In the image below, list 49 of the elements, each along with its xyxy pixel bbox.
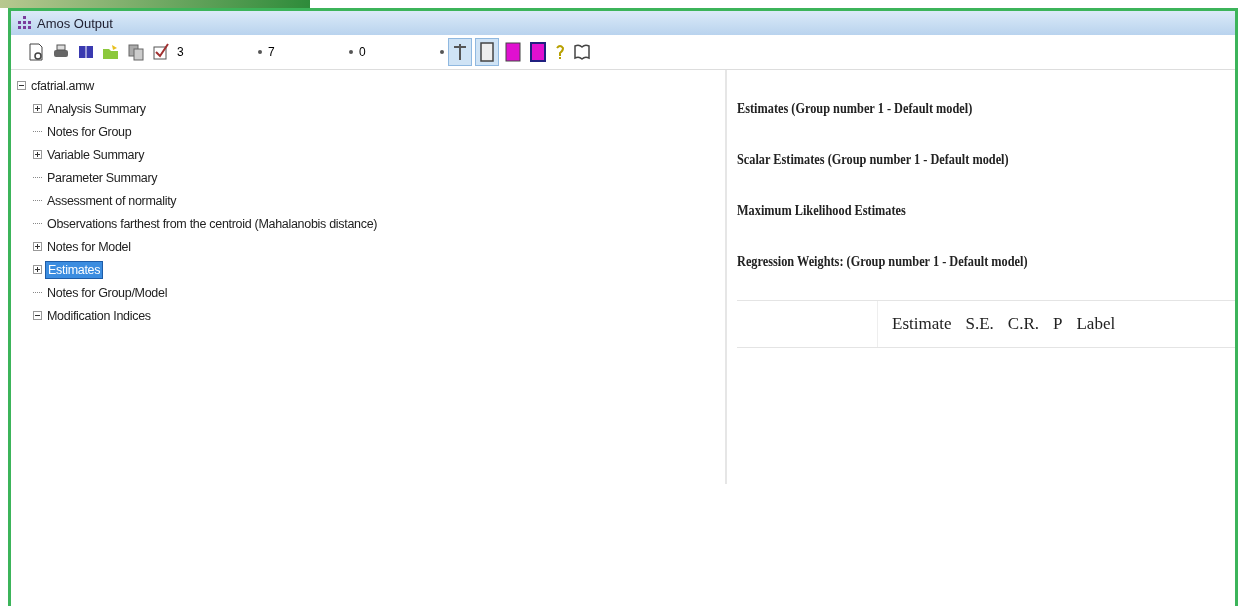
question-mark-icon [554, 43, 566, 61]
section-heading: Estimates (Group number 1 - Default model) [737, 100, 974, 117]
minus-icon [18, 82, 25, 89]
toggle-button[interactable] [475, 38, 499, 66]
checkbox-icon [152, 43, 170, 61]
book-icon [77, 43, 95, 61]
number-dropdown[interactable]: 0 [357, 45, 445, 59]
folder-icon [102, 43, 120, 61]
tree-item[interactable]: Notes for Model [45, 238, 133, 255]
tree-item[interactable]: cfatrial.amw [29, 77, 97, 94]
number-dropdown[interactable]: 3 [175, 45, 263, 59]
column-header: S.E. [964, 314, 994, 334]
toggle-button[interactable] [448, 38, 472, 66]
frame-icon [478, 41, 496, 63]
collapse-toggle[interactable] [17, 81, 26, 90]
plus-icon [34, 151, 41, 158]
expand-toggle[interactable] [33, 265, 42, 274]
number-dropdown[interactable]: 7 [266, 45, 354, 59]
section-heading: Regression Weights: (Group number 1 - Default model) [737, 253, 1029, 270]
tree-item[interactable]: Notes for Group/Model [45, 284, 170, 301]
tree-item[interactable]: Notes for Group [45, 123, 134, 140]
tree-item[interactable]: Assessment of normality [45, 192, 179, 209]
filled-square-icon [504, 41, 522, 63]
column-header: Label [1075, 314, 1116, 334]
expand-toggle[interactable] [33, 104, 42, 113]
section-heading: Scalar Estimates (Group number 1 - Default model) [737, 151, 1010, 168]
tree-item[interactable]: Variable Summary [45, 146, 147, 163]
tree-item[interactable]: Parameter Summary [45, 169, 160, 186]
page-magnifier-icon [27, 42, 45, 62]
plus-icon [34, 105, 41, 112]
expand-toggle[interactable] [33, 242, 42, 251]
column-header: P [1052, 314, 1063, 334]
window-title: Amos Output [37, 15, 113, 31]
expand-toggle[interactable] [33, 150, 42, 159]
section-heading: Maximum Likelihood Estimates [737, 202, 907, 219]
minus-icon [34, 312, 41, 319]
plus-icon [34, 266, 41, 273]
column-header: Estimate [891, 314, 952, 334]
filled-square-icon [529, 41, 547, 63]
column-header: C.R. [1006, 314, 1039, 334]
tree-item[interactable]: Modification Indices [45, 307, 153, 324]
open-book-icon [573, 43, 591, 61]
copy-icon [127, 43, 145, 61]
collapse-toggle[interactable] [33, 311, 42, 320]
app-icon [17, 15, 33, 31]
tree-item[interactable]: Analysis Summary [45, 100, 148, 117]
line-tool-icon [451, 41, 469, 63]
tree-item[interactable]: Observations farthest from the centroid (Mahalanobis distance) [45, 215, 380, 232]
plus-icon [34, 243, 41, 250]
